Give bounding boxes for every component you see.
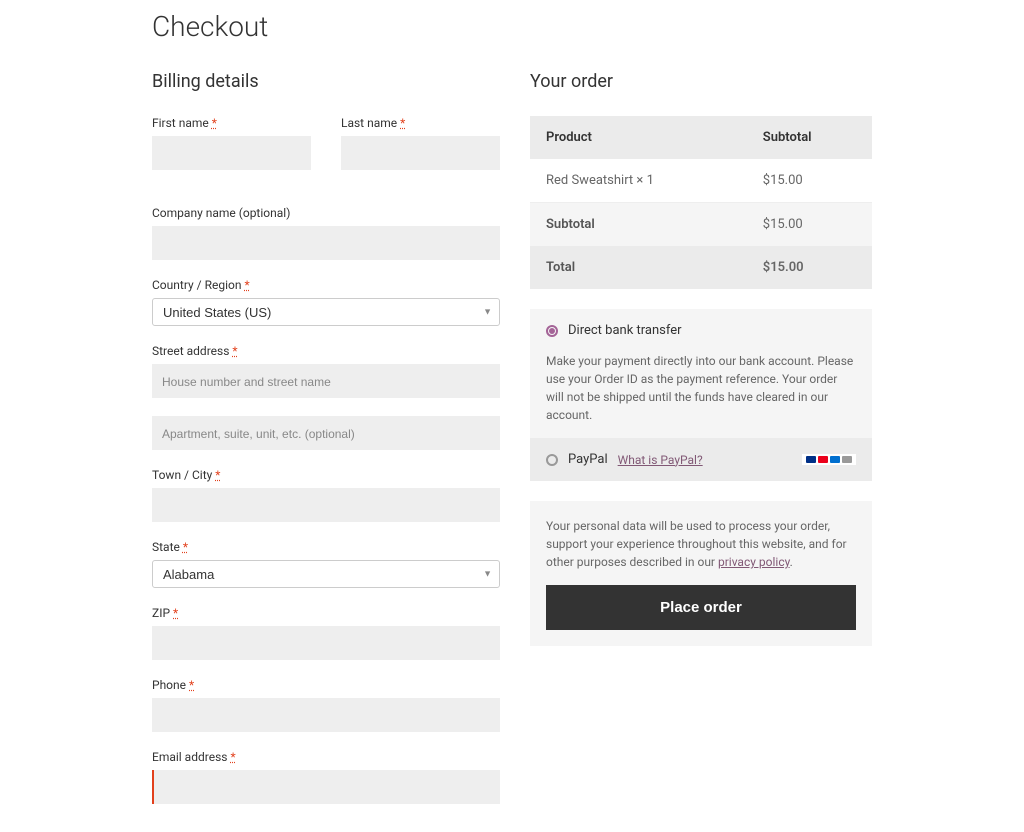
country-label: Country / Region * bbox=[152, 278, 500, 292]
privacy-policy-link[interactable]: privacy policy bbox=[718, 555, 790, 569]
payment-bank-transfer[interactable]: Direct bank transfer bbox=[530, 309, 872, 352]
privacy-notice: Your personal data will be used to proce… bbox=[546, 517, 856, 571]
order-total-row: Total $15.00 bbox=[530, 246, 872, 289]
street-input-1[interactable] bbox=[152, 364, 500, 398]
city-input[interactable] bbox=[152, 488, 500, 522]
col-subtotal: Subtotal bbox=[747, 116, 872, 159]
privacy-place-order: Your personal data will be used to proce… bbox=[530, 501, 872, 646]
billing-details: Billing details First name * Last name *… bbox=[152, 71, 500, 822]
last-name-label: Last name * bbox=[341, 116, 500, 130]
phone-label: Phone * bbox=[152, 678, 500, 692]
order-table: Product Subtotal Red Sweatshirt × 1 $15.… bbox=[530, 116, 872, 289]
mastercard-icon bbox=[818, 456, 828, 463]
state-select[interactable]: Alabama bbox=[152, 560, 500, 588]
paypal-whatis-link[interactable]: What is PayPal? bbox=[618, 453, 703, 467]
zip-label: ZIP * bbox=[152, 606, 500, 620]
payment-methods: Direct bank transfer Make your payment d… bbox=[530, 309, 872, 481]
first-name-input[interactable] bbox=[152, 136, 311, 170]
paypal-icon bbox=[806, 456, 816, 463]
discover-icon bbox=[842, 456, 852, 463]
company-input[interactable] bbox=[152, 226, 500, 260]
last-name-input[interactable] bbox=[341, 136, 500, 170]
order-item-row: Red Sweatshirt × 1 $15.00 bbox=[530, 159, 872, 203]
order-subtotal-row: Subtotal $15.00 bbox=[530, 203, 872, 247]
order-heading: Your order bbox=[530, 71, 872, 92]
place-order-button[interactable]: Place order bbox=[546, 585, 856, 630]
col-product: Product bbox=[530, 116, 747, 159]
billing-heading: Billing details bbox=[152, 71, 500, 92]
bank-transfer-label: Direct bank transfer bbox=[568, 323, 682, 338]
page-title: Checkout bbox=[152, 10, 872, 43]
payment-card-icons bbox=[802, 454, 856, 465]
country-select[interactable]: United States (US) bbox=[152, 298, 500, 326]
city-label: Town / City * bbox=[152, 468, 500, 482]
state-label: State * bbox=[152, 540, 500, 554]
zip-input[interactable] bbox=[152, 626, 500, 660]
email-input[interactable] bbox=[152, 770, 500, 804]
bank-transfer-description: Make your payment directly into our bank… bbox=[530, 352, 872, 438]
payment-paypal[interactable]: PayPal What is PayPal? bbox=[530, 438, 872, 481]
radio-unselected-icon bbox=[546, 454, 558, 466]
street-input-2[interactable] bbox=[152, 416, 500, 450]
amex-icon bbox=[830, 456, 840, 463]
radio-selected-icon bbox=[546, 325, 558, 337]
first-name-label: First name * bbox=[152, 116, 311, 130]
email-label: Email address * bbox=[152, 750, 500, 764]
company-label: Company name (optional) bbox=[152, 206, 500, 220]
phone-input[interactable] bbox=[152, 698, 500, 732]
order-summary: Your order Product Subtotal Red Sweatshi… bbox=[530, 71, 872, 822]
street-label: Street address * bbox=[152, 344, 500, 358]
paypal-label: PayPal bbox=[568, 452, 608, 467]
